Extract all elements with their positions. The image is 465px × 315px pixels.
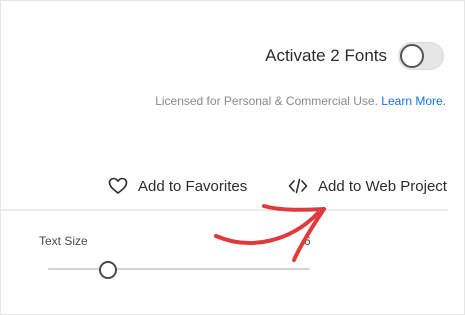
text-size-slider-track[interactable] bbox=[48, 268, 310, 270]
text-size-slider-handle[interactable] bbox=[99, 261, 117, 279]
license-notice: Licensed for Personal & Commercial Use. … bbox=[155, 94, 446, 108]
heart-icon bbox=[108, 176, 128, 196]
add-to-favorites-label: Add to Favorites bbox=[138, 177, 248, 195]
code-icon bbox=[288, 176, 308, 196]
activate-fonts-toggle[interactable] bbox=[398, 42, 444, 70]
activate-fonts-row: Activate 2 Fonts bbox=[265, 41, 444, 71]
annotation-arrow bbox=[214, 204, 326, 262]
actions-row: Add to Favorites Add to Web Project bbox=[1, 174, 465, 198]
add-to-web-project-label: Add to Web Project bbox=[318, 177, 447, 195]
learn-more-link[interactable]: Learn More. bbox=[381, 94, 446, 108]
add-to-favorites-button[interactable]: Add to Favorites bbox=[108, 174, 247, 198]
toggle-knob bbox=[400, 44, 424, 68]
text-size-label: Text Size bbox=[39, 234, 88, 248]
license-text: Licensed for Personal & Commercial Use. bbox=[155, 94, 378, 108]
add-to-web-project-button[interactable]: Add to Web Project bbox=[288, 174, 447, 198]
font-panel: Activate 2 Fonts Licensed for Personal &… bbox=[0, 0, 465, 315]
activate-fonts-label: Activate 2 Fonts bbox=[265, 46, 387, 65]
